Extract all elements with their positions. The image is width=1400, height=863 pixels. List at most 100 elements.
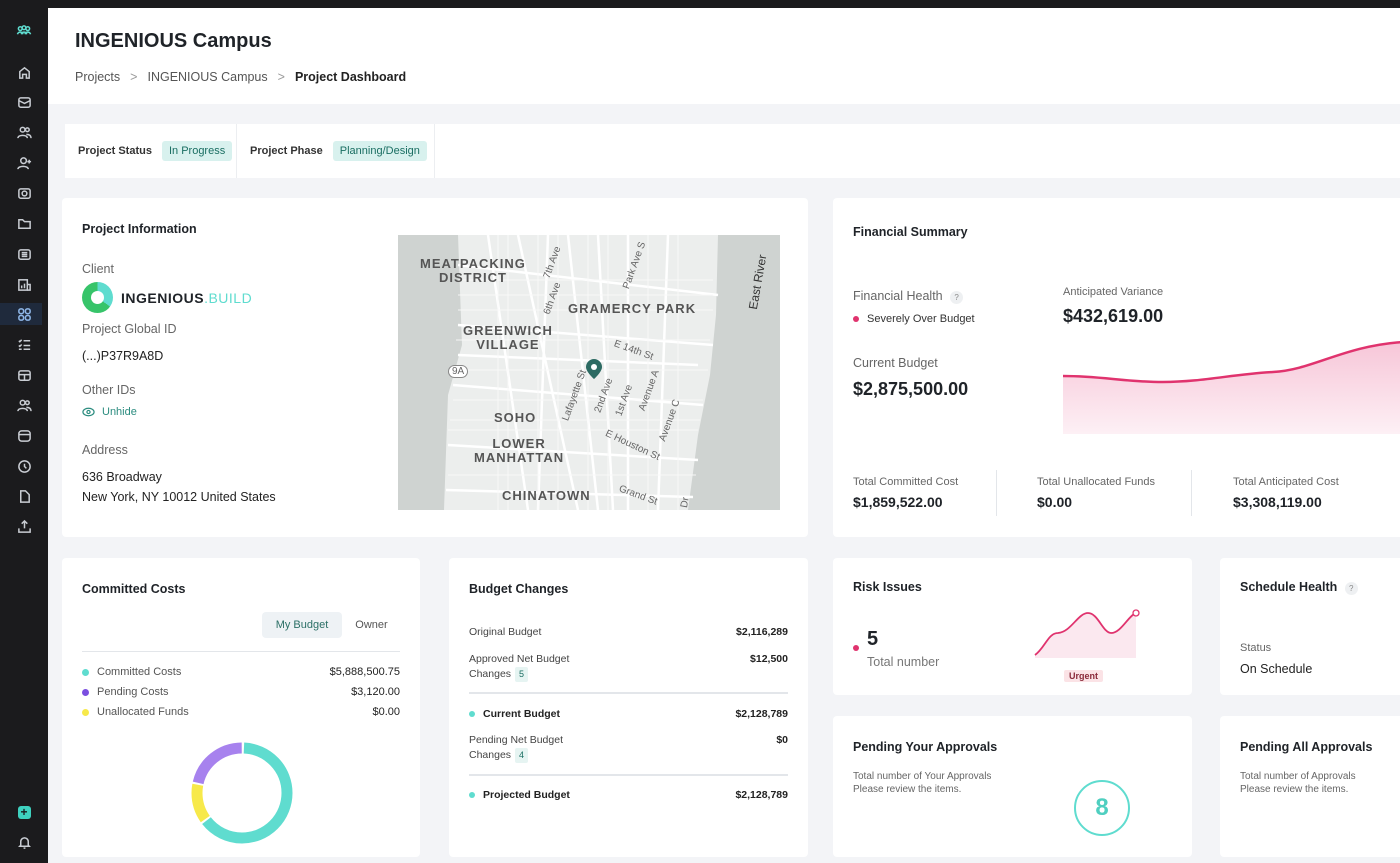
checklist-icon[interactable]	[12, 333, 36, 355]
committed-donut-chart	[191, 742, 293, 844]
row-value: $2,128,789	[735, 708, 788, 720]
row-value: $2,128,789	[735, 789, 788, 801]
approvals-hint: Please review the items.	[853, 784, 962, 795]
risk-issues-card: Risk Issues 5 Total number Urgent	[833, 558, 1192, 695]
project-phase-label: Project Phase	[250, 145, 323, 157]
trend-area	[1063, 342, 1400, 434]
reports-icon[interactable]	[12, 273, 36, 295]
current-budget-label: Current Budget	[853, 356, 938, 370]
legend-item: Committed Costs $5,888,500.75	[82, 666, 400, 678]
current-budget-value: $2,875,500.00	[853, 379, 969, 399]
row-label: Approved Net Budget	[469, 653, 570, 665]
home-icon[interactable]	[12, 61, 36, 83]
project-map[interactable]: MEATPACKING DISTRICT GRAMERCY PARK GREENW…	[398, 235, 780, 510]
users-icon[interactable]	[12, 121, 36, 143]
budget-icon[interactable]	[12, 182, 36, 204]
breadcrumb-campus[interactable]: INGENIOUS Campus	[147, 70, 267, 84]
urgent-tag: Urgent	[1064, 670, 1103, 682]
budget-row-pending: Pending Net Budget Changes 4 $0	[469, 733, 788, 763]
client-label: Client	[82, 262, 114, 276]
help-icon[interactable]: ?	[1344, 582, 1358, 595]
project-status-bar: Project Status In Progress Project Phase…	[65, 124, 1400, 178]
clock-icon[interactable]	[12, 455, 36, 477]
risk-count-label: Total number	[867, 655, 940, 669]
total-unallocated-value: $0.00	[1037, 494, 1073, 510]
approvals-count-button[interactable]: 8	[1074, 780, 1130, 836]
calendar-icon[interactable]	[12, 424, 36, 446]
approvals-description: Total number of Approvals	[1240, 771, 1356, 782]
legend-dot	[82, 708, 89, 716]
card-title: Budget Changes	[469, 582, 569, 596]
row-value: $12,500	[750, 653, 788, 665]
budget-row-approved: Approved Net Budget Changes 5 $12,500	[469, 652, 788, 682]
card-title: Committed Costs	[82, 582, 186, 596]
project-status: Project Status In Progress	[65, 124, 237, 178]
count-badge: 5	[515, 667, 529, 682]
tab-owner[interactable]: Owner	[344, 612, 399, 638]
client-logo: INGENIOUS.BUILD	[82, 282, 252, 313]
help-icon[interactable]: ?	[950, 291, 964, 304]
document-icon[interactable]	[12, 485, 36, 507]
pending-your-approvals-card: Pending Your Approvals Total number of Y…	[833, 716, 1192, 857]
legend-dot	[82, 668, 89, 676]
approvals-hint: Please review the items.	[1240, 784, 1349, 795]
map-label-gramercy: GRAMERCY PARK	[568, 301, 697, 316]
legend-item: Unallocated Funds $0.00	[82, 706, 400, 718]
inbox-icon[interactable]	[12, 91, 36, 113]
total-anticipated-label: Total Anticipated Cost	[1233, 476, 1339, 488]
table-icon[interactable]	[12, 364, 36, 386]
unhide-button[interactable]: Unhide	[82, 406, 137, 418]
total-committed-value: $1,859,522.00	[853, 494, 943, 510]
folder-icon[interactable]	[12, 212, 36, 234]
dashboard-icon[interactable]	[12, 303, 36, 325]
global-id-label: Project Global ID	[82, 322, 177, 336]
project-information-card: Project Information Client INGENIOUS.BUI…	[62, 198, 808, 537]
budget-row-current: Current Budget $2,128,789	[469, 707, 788, 722]
tab-my-budget[interactable]: My Budget	[262, 612, 342, 638]
client-logo-suffix: .BUILD	[204, 289, 253, 306]
map-label-greenwich: GREENWICH VILLAGE	[463, 323, 553, 352]
financial-summary-card: Financial Summary Financial Health ? Sev…	[833, 198, 1400, 537]
breadcrumb: Projects > INGENIOUS Campus > Project Da…	[75, 70, 406, 84]
risk-dot	[853, 645, 859, 651]
map-label-meatpacking: MEATPACKING DISTRICT	[420, 256, 526, 285]
legend-label: Pending Costs	[97, 686, 169, 698]
sidebar: +	[0, 0, 48, 863]
page-title: INGENIOUS Campus	[75, 30, 272, 52]
row-value: $2,116,289	[736, 626, 788, 638]
client-logo-name: INGENIOUS	[121, 289, 205, 306]
breadcrumb-current: Project Dashboard	[294, 70, 407, 84]
upload-icon[interactable]	[12, 515, 36, 537]
status-badge: In Progress	[161, 141, 233, 161]
card-title: Pending Your Approvals	[853, 740, 998, 754]
total-anticipated-value: $3,308,119.00	[1233, 494, 1322, 510]
legend-dot	[82, 688, 89, 696]
row-label: Original Budget	[469, 626, 542, 638]
row-label: Current Budget	[483, 708, 560, 720]
pending-all-approvals-card: Pending All Approvals Total number of Ap…	[1220, 716, 1400, 857]
client-logo-mark	[82, 282, 113, 313]
risk-trend-chart	[1034, 609, 1140, 658]
bell-icon[interactable]	[12, 831, 36, 853]
legend-value: $3,120.00	[351, 686, 400, 698]
map-pin-icon[interactable]	[586, 359, 602, 379]
chevron-right-icon: >	[130, 70, 138, 84]
legend-label: Committed Costs	[97, 666, 182, 678]
team-logo-icon[interactable]	[12, 19, 36, 41]
card-title: Risk Issues	[853, 580, 922, 594]
list-icon[interactable]	[12, 243, 36, 265]
other-ids-label: Other IDs	[82, 383, 136, 397]
card-title: Pending All Approvals	[1240, 740, 1373, 754]
contacts-icon[interactable]	[12, 394, 36, 416]
row-label: Projected Budget	[483, 789, 570, 801]
schedule-status-value: On Schedule	[1240, 662, 1313, 676]
address-line2: New York, NY 10012 United States	[82, 490, 276, 504]
status-dot	[853, 316, 859, 323]
add-icon[interactable]: +	[12, 801, 36, 823]
count-badge: 4	[515, 748, 529, 763]
row-label-2: Changes	[469, 668, 512, 680]
breadcrumb-projects[interactable]: Projects	[75, 70, 120, 84]
variance-value: $432,619.00	[1063, 306, 1164, 326]
user-add-icon[interactable]	[12, 152, 36, 174]
status-dot	[469, 711, 475, 718]
